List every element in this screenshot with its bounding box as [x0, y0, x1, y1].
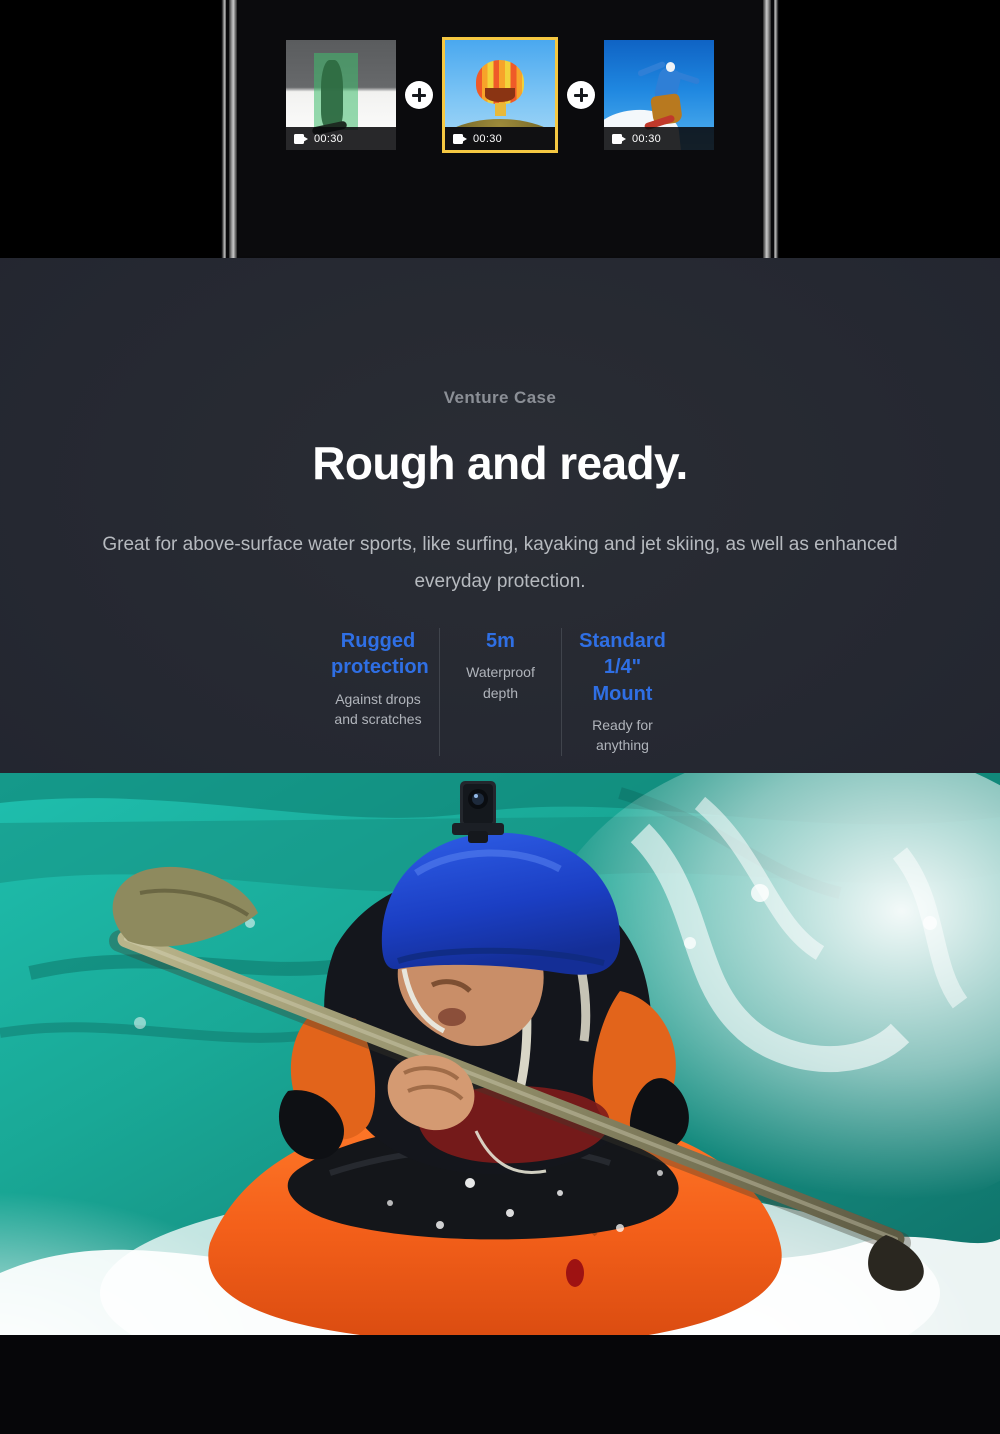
clip-duration-bar: 00:30 — [445, 127, 555, 150]
promo-description: Great for above-surface water sports, li… — [102, 534, 898, 593]
clip-subject-rider — [321, 59, 344, 128]
clip-timeline: 00:30 00:30 00:30 — [239, 37, 761, 153]
add-clip-slot-2[interactable] — [558, 81, 604, 109]
product-name-eyebrow: Venture Case — [443, 388, 557, 407]
phone-editor-section: 00:30 00:30 00:30 — [0, 0, 1000, 258]
page-footer-spacer — [0, 1335, 1000, 1434]
plus-circle-icon[interactable] — [567, 81, 595, 109]
phone-frame-right-inner — [763, 0, 771, 258]
clip-duration-label: 00:30 — [473, 132, 503, 145]
stat-caption: Ready for anything — [592, 717, 653, 754]
clip-duration-label: 00:30 — [632, 132, 662, 145]
phone-screen: 00:30 00:30 00:30 — [239, 0, 761, 256]
add-clip-slot-1[interactable] — [396, 81, 442, 109]
page-title: Rough and ready. — [312, 437, 688, 489]
phone-frame-right-outer — [774, 0, 778, 258]
stat-standard-mount: Standard 1/4" Mount Ready for anything — [561, 628, 683, 756]
feature-stats: Rugged protection Against drops and scra… — [0, 628, 1000, 756]
stat-value: Standard 1/4" Mount — [579, 630, 666, 705]
stat-caption: Waterproof depth — [466, 664, 535, 701]
hero-photo-kayaker — [0, 773, 1000, 1335]
stat-waterproof-depth: 5m Waterproof depth — [439, 628, 561, 756]
clip-subject-balloon-basket — [494, 102, 506, 116]
promo-copy-section: Venture Case Rough and ready. Great for … — [0, 258, 1000, 773]
stat-value: Rugged protection — [331, 630, 429, 679]
phone-frame-left-inner — [229, 0, 237, 258]
product-promo-page: 00:30 00:30 00:30 Venture Case Rough and… — [0, 0, 1000, 1434]
video-clip-thumbnail[interactable]: 00:30 — [286, 40, 396, 150]
video-camera-icon — [453, 133, 467, 144]
video-camera-icon — [294, 133, 308, 144]
video-clip-thumbnail-selected[interactable]: 00:30 — [442, 37, 558, 153]
clip-duration-bar: 00:30 — [286, 127, 396, 150]
phone-frame-left-outer — [222, 0, 226, 258]
video-camera-icon — [612, 133, 626, 144]
stat-value: 5m — [486, 630, 515, 652]
clip-duration-bar: 00:30 — [604, 127, 714, 150]
stat-caption: Against drops and scratches — [334, 690, 422, 728]
stat-rugged-protection: Rugged protection Against drops and scra… — [317, 628, 439, 756]
clip-duration-label: 00:30 — [314, 132, 344, 145]
clip-subject-balloon-shadow — [484, 88, 516, 102]
plus-circle-icon[interactable] — [405, 81, 433, 109]
hero-illustration — [0, 773, 1000, 1335]
video-clip-thumbnail[interactable]: 00:30 — [604, 40, 714, 150]
